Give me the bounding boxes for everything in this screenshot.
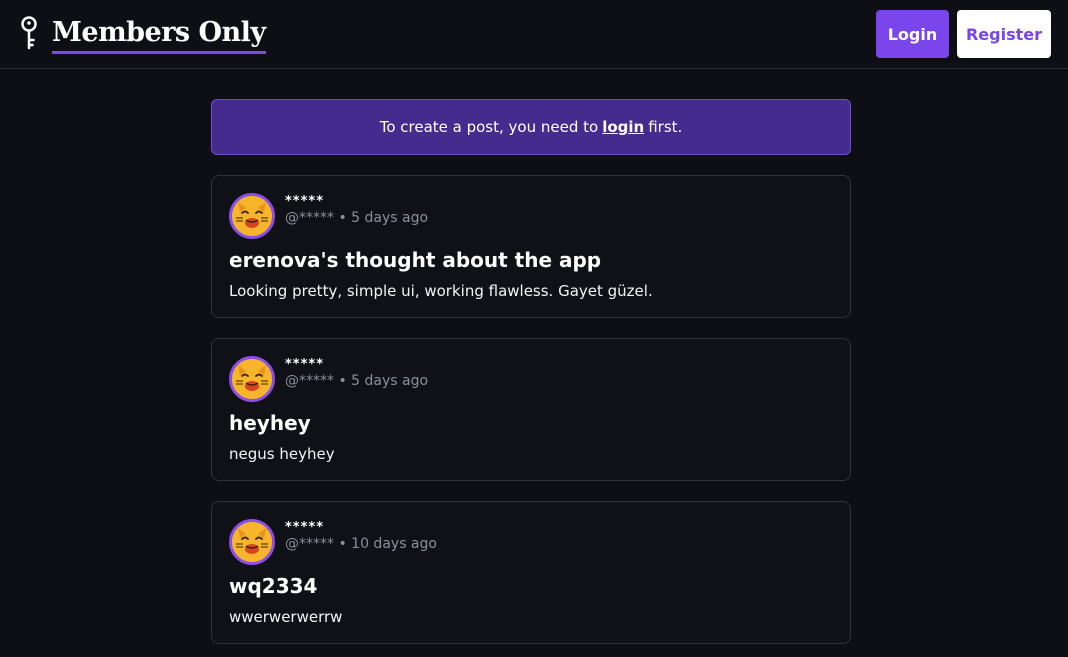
cat-face-icon (232, 522, 272, 562)
post-time: 5 days ago (351, 373, 429, 389)
post-body: Looking pretty, simple ui, working flawl… (229, 282, 653, 300)
post-author: ***** (285, 520, 324, 535)
login-button[interactable]: Login (876, 10, 949, 58)
post-title: wq2334 (229, 574, 318, 598)
post-time: 10 days ago (351, 536, 437, 552)
post-meta: @***** • 5 days ago (285, 210, 428, 226)
post-body: negus heyhey (229, 445, 335, 463)
meta-separator: • (338, 210, 347, 226)
notice-login-link[interactable]: login (602, 118, 644, 136)
notice-text-after: first. (648, 118, 683, 136)
avatar (229, 193, 275, 239)
post-card: ***** @***** • 10 days ago wq2334 wwerwe… (211, 501, 851, 644)
login-notice: To create a post, you need to login firs… (211, 99, 851, 155)
key-icon (21, 16, 37, 50)
brand-title[interactable]: Members Only (52, 14, 266, 54)
post-handle: @***** (285, 373, 334, 389)
register-button[interactable]: Register (957, 10, 1051, 58)
post-title: erenova's thought about the app (229, 248, 602, 272)
post-card: ***** @***** • 5 days ago heyhey negus h… (211, 338, 851, 481)
meta-separator: • (338, 536, 347, 552)
post-body: wwerwerwerrw (229, 608, 343, 626)
cat-face-icon (232, 196, 272, 236)
avatar (229, 519, 275, 565)
meta-separator: • (338, 373, 347, 389)
post-author: ***** (285, 194, 324, 209)
post-card: ***** @***** • 5 days ago erenova's thou… (211, 175, 851, 318)
brand[interactable]: Members Only (18, 14, 266, 54)
avatar (229, 356, 275, 402)
post-handle: @***** (285, 536, 334, 552)
post-meta: @***** • 10 days ago (285, 536, 437, 552)
post-time: 5 days ago (351, 210, 429, 226)
post-author: ***** (285, 357, 324, 372)
post-meta: @***** • 5 days ago (285, 373, 428, 389)
post-handle: @***** (285, 210, 334, 226)
post-title: heyhey (229, 411, 311, 435)
cat-face-icon (232, 359, 272, 399)
notice-text-before: To create a post, you need to (379, 118, 599, 136)
site-header: Members Only Login Register (0, 0, 1068, 69)
